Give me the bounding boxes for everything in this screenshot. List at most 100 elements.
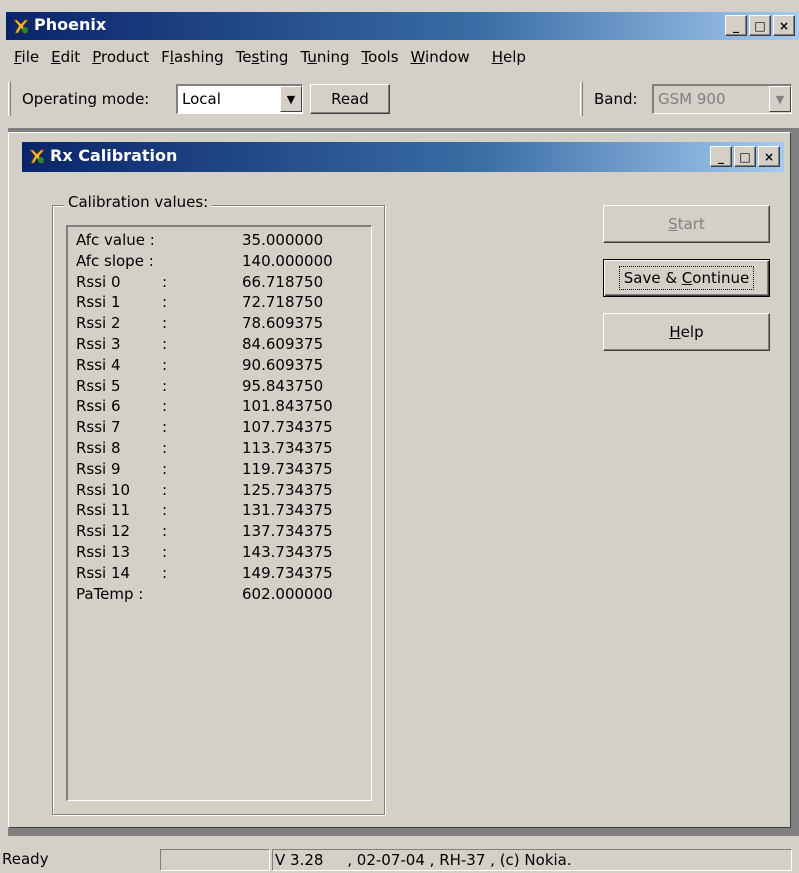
dialog-maximize-button[interactable]: □	[734, 146, 756, 167]
menu-bar: File Edit Product Flashing Testing Tuning Tool…	[8, 48, 532, 70]
menu-item-file[interactable]: File	[8, 48, 45, 70]
calibration-values-label: Calibration values:	[64, 193, 213, 211]
list-item-separator: :	[162, 543, 168, 561]
app-titlebar: Phoenix _ □ ×	[6, 12, 799, 40]
menu-item-window[interactable]: Window	[405, 48, 476, 70]
list-item-value: 72.718750	[242, 293, 324, 312]
app-title: Phoenix	[34, 15, 107, 34]
close-icon: ×	[778, 18, 790, 33]
toolbar-grip[interactable]	[8, 82, 11, 116]
list-item-separator: :	[162, 563, 168, 582]
band-label: Band:	[594, 90, 638, 108]
list-item-value: 140.000000	[242, 251, 333, 270]
list-item-value: 143.734375	[242, 543, 333, 561]
list-item-separator: :	[162, 272, 168, 291]
toolbar-grip-band[interactable]	[580, 82, 583, 116]
list-item-key: Rssi 12	[76, 522, 131, 541]
chevron-down-icon[interactable]: ▼	[769, 86, 791, 112]
toolbar: Operating mode: Local ▼ Read Band: GSM 9…	[8, 78, 799, 122]
dialog-title: Rx Calibration	[50, 146, 178, 165]
close-icon: ×	[763, 149, 775, 164]
list-item-key: Rssi 1	[76, 293, 121, 312]
calibration-values-list[interactable]: Afc value : 35.000000 Afc slope : 140.00000…	[66, 225, 372, 801]
list-item-separator: :	[162, 376, 168, 395]
list-item-separator: :	[162, 293, 168, 312]
chevron-down-icon[interactable]: ▼	[280, 86, 302, 112]
minimize-button[interactable]: _	[725, 15, 747, 36]
list-item-key: Rssi 4	[76, 355, 121, 374]
list-item-key: PaTemp :	[76, 584, 144, 603]
list-item-value: 113.734375	[242, 439, 333, 457]
list-item-separator: :	[162, 355, 168, 374]
minimize-icon: _	[733, 18, 739, 33]
list-item-value: 78.609375	[242, 314, 324, 333]
menu-item-flashing[interactable]: Flashing	[155, 48, 230, 70]
save-continue-label: Save & Continue	[618, 266, 755, 290]
list-item-key: Rssi 0	[76, 272, 121, 291]
list-item-key: Rssi 9	[76, 459, 121, 478]
menu-item-testing[interactable]: Testing	[230, 48, 295, 70]
menu-item-product[interactable]: Product	[86, 48, 155, 70]
list-item-value: 125.734375	[242, 480, 333, 499]
list-item-separator: :	[162, 314, 168, 333]
start-button[interactable]: Start	[603, 205, 770, 243]
list-item-key: Rssi 11	[76, 501, 131, 520]
dialog-titlebar: Rx Calibration _ □ ×	[22, 142, 784, 172]
list-item-value: 602.000000	[242, 584, 333, 603]
list-item-value: 101.843750	[242, 397, 333, 416]
list-item-separator: :	[162, 501, 168, 520]
operating-mode-select[interactable]: Local ▼	[176, 84, 303, 114]
read-button-label: Read	[331, 90, 369, 108]
list-item-key: Afc slope :	[76, 251, 154, 270]
list-item-value: 95.843750	[242, 376, 324, 395]
phoenix-app-icon	[13, 19, 29, 34]
maximize-button[interactable]: □	[749, 15, 771, 36]
list-item-key: Rssi 7	[76, 418, 121, 437]
list-item-separator: :	[162, 522, 168, 541]
dialog-close-button[interactable]: ×	[758, 146, 780, 167]
close-button[interactable]: ×	[773, 15, 795, 36]
band-value: GSM 900	[658, 90, 726, 108]
read-button[interactable]: Read	[310, 84, 390, 114]
list-item-value: 107.734375	[242, 418, 333, 437]
list-item-value: 84.609375	[242, 335, 324, 353]
save-continue-button[interactable]: Save & Continue	[603, 259, 770, 297]
list-item-value: 119.734375	[242, 459, 333, 478]
list-item-separator: :	[162, 397, 168, 416]
menu-item-tuning[interactable]: Tuning	[294, 48, 355, 70]
menu-item-edit[interactable]: Edit	[45, 48, 86, 70]
list-item-value: 90.609375	[242, 355, 324, 374]
status-version: V 3.28 , 02-07-04 , RH-37 , (c) Nokia.	[272, 849, 792, 871]
maximize-icon: □	[754, 18, 766, 33]
list-item-key: Rssi 6	[76, 397, 121, 416]
list-item-key: Rssi 5	[76, 376, 121, 395]
list-item-key: Rssi 10	[76, 480, 131, 499]
menu-item-tools[interactable]: Tools	[356, 48, 405, 70]
list-item-value: 149.734375	[242, 563, 333, 582]
operating-mode-value: Local	[182, 90, 221, 108]
list-item-key: Rssi 2	[76, 314, 121, 333]
dialog-minimize-button[interactable]: _	[710, 146, 732, 167]
list-item-value: 66.718750	[242, 272, 324, 291]
menu-item-help[interactable]: Help	[486, 48, 532, 70]
list-item-value: 35.000000	[242, 231, 324, 249]
phoenix-app-icon	[29, 149, 45, 164]
list-item-value: 131.734375	[242, 501, 333, 520]
list-item-separator: :	[162, 439, 168, 457]
status-empty-panel	[160, 849, 270, 871]
minimize-icon: _	[718, 149, 724, 164]
help-button[interactable]: Help	[603, 313, 770, 351]
list-item-key: Rssi 14	[76, 563, 131, 582]
list-item-key: Rssi 8	[76, 439, 121, 457]
list-item-value: 137.734375	[242, 522, 333, 541]
list-item-key: Rssi 13	[76, 543, 131, 561]
maximize-icon: □	[739, 149, 751, 164]
list-item-separator: :	[162, 418, 168, 437]
status-ready: Ready	[2, 850, 49, 868]
operating-mode-label: Operating mode:	[22, 90, 150, 108]
band-select[interactable]: GSM 900 ▼	[652, 84, 792, 114]
list-item-key: Afc value :	[76, 231, 155, 249]
list-item-separator: :	[162, 459, 168, 478]
list-item-separator: :	[162, 335, 168, 353]
list-item-key: Rssi 3	[76, 335, 121, 353]
